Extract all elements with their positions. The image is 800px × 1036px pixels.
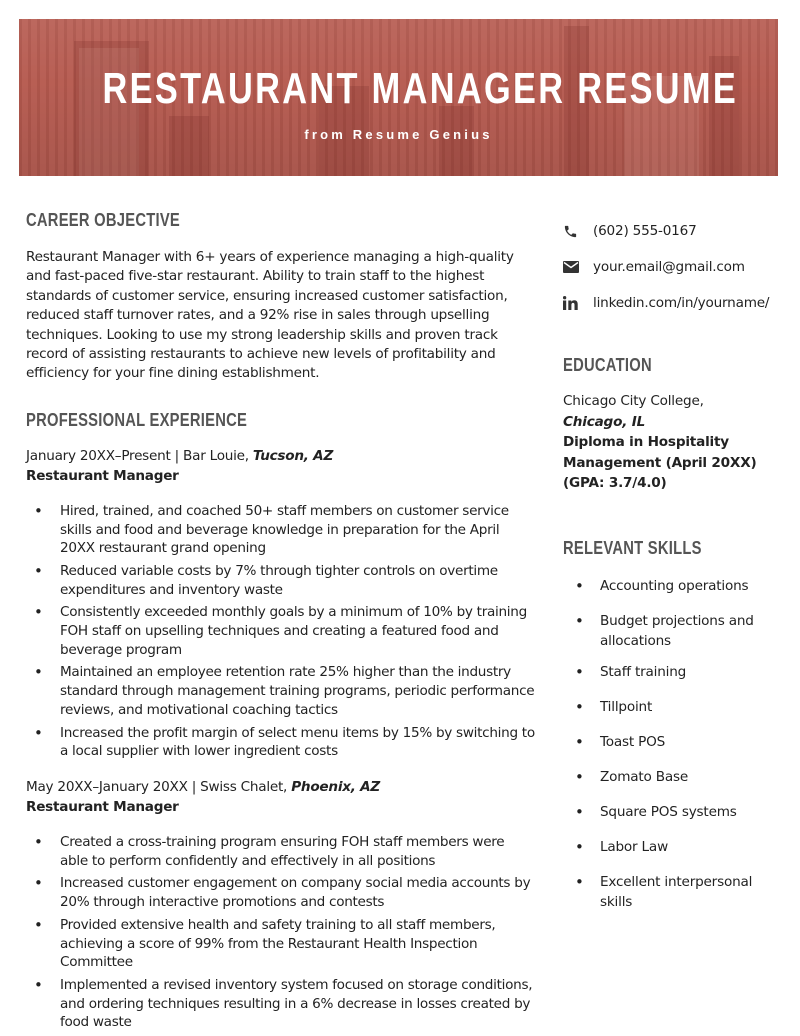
job-title: Restaurant Manager	[26, 798, 179, 815]
skill-item: Toast POS	[563, 732, 778, 752]
main-column: CAREER OBJECTIVE Restaurant Manager with…	[26, 208, 536, 1036]
contact-phone: (602) 555-0167	[563, 213, 778, 249]
list-item: Hired, trained, and coached 50+ staff me…	[26, 502, 536, 558]
list-item: Created a cross-training program ensurin…	[26, 833, 536, 870]
education-heading: EDUCATION	[563, 355, 652, 375]
list-item: Consistently exceeded monthly goals by a…	[26, 603, 536, 659]
list-item: Provided extensive health and safety tra…	[26, 916, 536, 972]
resume-subtitle: from Resume Genius	[304, 127, 493, 142]
email-address[interactable]: your.email@gmail.com	[593, 259, 745, 275]
school-location: Chicago, IL	[563, 413, 646, 430]
phone-icon	[563, 224, 593, 239]
relevant-skills-heading: RELEVANT SKILLS	[563, 537, 702, 558]
job-dates-company-text: January 20XX–Present | Bar Louie,	[26, 447, 253, 464]
list-item: Maintained an employee retention rate 25…	[26, 663, 536, 719]
job-entry: May 20XX–January 20XX | Swiss Chalet, Ph…	[26, 777, 536, 1032]
skill-item: Accounting operations	[563, 576, 778, 596]
job-bullets: Hired, trained, and coached 50+ staff me…	[26, 502, 536, 761]
contact-block: (602) 555-0167 your.email@gmail.com link…	[563, 213, 778, 321]
skill-item: Tillpoint	[563, 697, 778, 717]
skill-item: Square POS systems	[563, 802, 778, 822]
list-item: Implemented a revised inventory system f…	[26, 976, 536, 1032]
career-objective-heading: CAREER OBJECTIVE	[26, 210, 181, 230]
resume-title: RESTAURANT MANAGER RESUME	[102, 64, 739, 113]
job-title: Restaurant Manager	[26, 467, 179, 484]
list-item: Reduced variable costs by 7% through tig…	[26, 562, 536, 599]
skill-item: Staff training	[563, 662, 778, 682]
email-icon	[563, 261, 593, 273]
job-entry: January 20XX–Present | Bar Louie, Tucson…	[26, 446, 536, 761]
list-item: Increased the profit margin of select me…	[26, 724, 536, 761]
job-location: Phoenix, AZ	[291, 778, 381, 795]
sidebar-column: (602) 555-0167 your.email@gmail.com link…	[563, 208, 778, 927]
header-banner: RESTAURANT MANAGER RESUME from Resume Ge…	[19, 19, 778, 176]
skill-item: Budget projections and allocations	[563, 611, 778, 651]
professional-experience-heading: PROFESSIONAL EXPERIENCE	[26, 409, 248, 430]
job-bullets: Created a cross-training program ensurin…	[26, 833, 536, 1032]
skyline-building	[169, 116, 209, 176]
job-dates-company: January 20XX–Present | Bar Louie, Tucson…	[26, 446, 536, 466]
list-item: Increased customer engagement on company…	[26, 874, 536, 911]
school-name: Chicago City College,	[563, 393, 704, 409]
linkedin-url[interactable]: linkedin.com/in/yourname/	[593, 295, 770, 311]
gpa: (GPA: 3.7/4.0)	[563, 475, 667, 491]
job-dates-company-text: May 20XX–January 20XX | Swiss Chalet,	[26, 778, 292, 795]
skill-item: Labor Law	[563, 837, 778, 857]
job-location: Tucson, AZ	[252, 447, 334, 464]
skill-item: Excellent interpersonal skills	[563, 872, 778, 912]
skill-item: Zomato Base	[563, 767, 778, 787]
phone-number[interactable]: (602) 555-0167	[593, 223, 697, 239]
contact-linkedin: linkedin.com/in/yourname/	[563, 285, 778, 321]
contact-email: your.email@gmail.com	[563, 249, 778, 285]
career-objective-text: Restaurant Manager with 6+ years of expe…	[26, 249, 514, 382]
skills-list: Accounting operations Budget projections…	[563, 576, 778, 912]
education-entry: Chicago City College, Chicago, IL Diplom…	[563, 391, 778, 494]
linkedin-icon	[563, 296, 593, 310]
job-dates-company: May 20XX–January 20XX | Swiss Chalet, Ph…	[26, 777, 536, 797]
degree-line-1: Diploma in Hospitality	[563, 434, 729, 450]
degree-line-2: Management (April 20XX)	[563, 454, 757, 471]
